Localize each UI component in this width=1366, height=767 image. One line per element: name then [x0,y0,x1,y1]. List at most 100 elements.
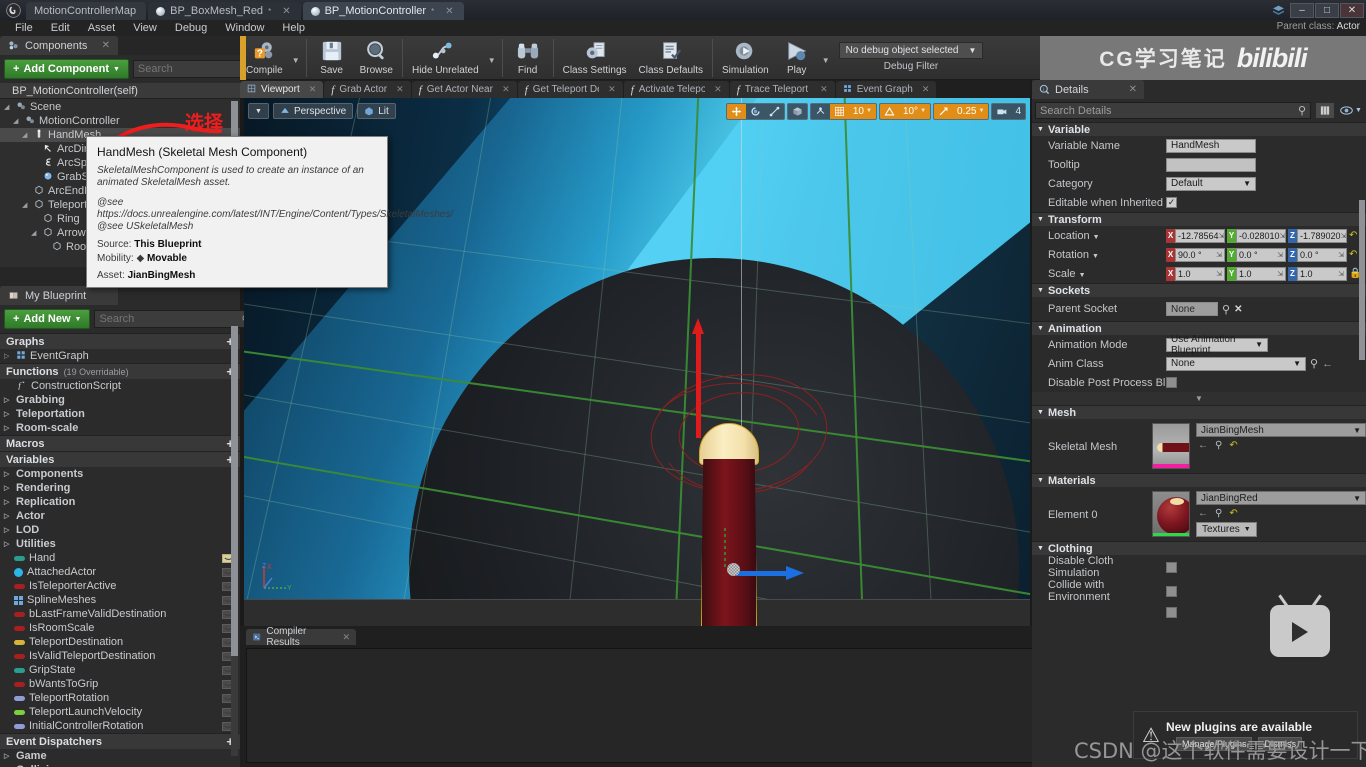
close-icon[interactable]: ✕ [502,84,510,95]
my-blueprint-variable-category[interactable]: ▷ Replication [0,495,240,509]
my-blueprint-variable-category[interactable]: ▷ Actor [0,509,240,523]
my-blueprint-variable-row[interactable]: IsValidTeleportDestination [0,649,240,663]
skeletal-mesh-thumbnail[interactable] [1151,423,1190,469]
my-blueprint-variable-category[interactable]: ▷ Rendering [0,481,240,495]
my-blueprint-scrollbar[interactable] [231,326,238,756]
surface-snap-button[interactable] [811,104,830,119]
gizmo-pivot-handle[interactable] [727,563,740,576]
my-blueprint-variable-row[interactable]: TeleportDestination [0,635,240,649]
close-icon[interactable]: ✕ [1129,84,1137,95]
my-blueprint-dispatcher-row[interactable]: ▷ Game [0,749,240,763]
scale-mode-button[interactable] [765,104,784,119]
my-blueprint-variable-row[interactable]: TeleportLaunchVelocity [0,705,240,719]
details-scrollbar[interactable] [1359,200,1365,360]
chevron-down-icon[interactable]: ▼ [1092,253,1099,260]
editable-checkbox[interactable]: ✓ [1166,197,1177,208]
expander-icon[interactable]: ▷ [4,410,12,418]
reset-icon[interactable]: ↶ [1229,440,1237,451]
material-select[interactable]: JianBingRed ▼ [1196,491,1366,505]
scale-x-input[interactable]: 1.0 ⇲ [1175,266,1225,281]
gizmo-z-axis-arrow[interactable] [692,318,704,438]
location-y-input[interactable]: -0.028010 ⇲ [1236,228,1286,243]
browse-anim-class-icon[interactable]: ⚲ [1310,357,1318,370]
location-x-input[interactable]: -12.78564 ⇲ [1175,228,1225,243]
document-tab[interactable]: f Get Actor Near Hand ✕ [411,81,517,98]
section-mesh[interactable]: ▼ Mesh [1032,405,1366,419]
my-blueprint-graph-row[interactable]: ▷ EventGraph [0,349,240,363]
maximize-button[interactable]: □ [1315,2,1339,18]
my-blueprint-variable-row[interactable]: InitialControllerRotation [0,719,240,733]
view-mode-button[interactable]: Lit [357,103,396,119]
my-blueprint-variable-row[interactable]: SplineMeshes [0,593,240,607]
close-icon[interactable]: ✕ [396,84,404,95]
my-blueprint-variable-category[interactable]: ▷ LOD [0,523,240,537]
clear-socket-icon[interactable]: ✕ [1234,304,1242,315]
details-search-input[interactable]: Search Details ⚲ [1035,102,1311,119]
my-blueprint-section-header[interactable]: Graphs+ [0,333,240,349]
menu-item-file[interactable]: File [6,20,42,36]
menu-item-asset[interactable]: Asset [79,20,125,36]
class-settings-button[interactable]: Class Settings [557,36,633,80]
viewport-options-button[interactable]: ▼ [248,103,269,119]
debug-object-select[interactable]: No debug object selected ▼ [838,42,984,59]
chevron-down-icon[interactable]: ▼ [1093,234,1100,241]
my-blueprint-variable-category[interactable]: ▷ Components [0,467,240,481]
collide-environment-checkbox[interactable] [1166,585,1177,597]
section-clothing[interactable]: ▼ Clothing [1032,541,1366,555]
window-tab-level[interactable]: MotionControllerMap [26,2,147,20]
browse-button[interactable]: Browse [354,36,399,80]
my-blueprint-dispatcher-row[interactable]: ▷Collision [0,763,240,767]
rotation-x-input[interactable]: 90.0 ° ⇲ [1175,247,1225,262]
my-blueprint-variable-row[interactable]: bLastFrameValidDestination [0,607,240,621]
my-blueprint-variable-row[interactable]: IsTeleporterActive [0,579,240,593]
tab-compiler-results[interactable]: Compiler Results ✕ [246,626,356,648]
expander-icon[interactable]: ▷ [4,484,12,492]
menu-item-window[interactable]: Window [216,20,273,36]
close-icon[interactable]: ✕ [922,84,930,95]
scale-z-input[interactable]: 1.0 ⇲ [1297,266,1347,281]
my-blueprint-function-row[interactable]: f ConstructionScript [0,379,240,393]
blueprint-self-row[interactable]: BP_MotionController(self) [0,83,240,99]
camera-mode-button[interactable]: Perspective [272,103,354,119]
browse-asset-icon[interactable]: ⚲ [1215,440,1222,451]
add-component-button[interactable]: + Add Component ▼ [4,59,129,79]
close-icon[interactable]: ✕ [309,84,317,95]
section-transform[interactable]: ▼ Transform [1032,212,1366,226]
translate-mode-button[interactable] [726,103,746,119]
my-blueprint-variable-row[interactable]: bWantsToGrip [0,677,240,691]
expander-icon[interactable]: ▷ [4,470,12,478]
use-selected-icon[interactable]: ← [1198,508,1208,519]
hide-unrelated-button[interactable]: Hide Unrelated [406,36,485,80]
search-input[interactable] [99,313,242,325]
expander-icon[interactable]: ◢ [22,131,30,139]
anim-class-select[interactable]: None ▼ [1166,356,1306,371]
expander-icon[interactable]: ▷ [4,424,12,432]
section-variable[interactable]: ▼ Variable [1032,122,1366,136]
rotation-snap-value[interactable]: 10° ▼ [898,103,931,119]
document-tab[interactable]: f Get Teleport Destination ✕ [517,81,623,98]
gizmo-y-axis-arrow[interactable] [736,566,808,580]
menu-item-debug[interactable]: Debug [166,20,216,36]
section-sockets[interactable]: ▼ Sockets [1032,283,1366,297]
rotation-z-input[interactable]: 0.0 ° ⇲ [1297,247,1347,262]
expander-icon[interactable]: ▷ [4,352,12,360]
skeletal-mesh-select[interactable]: JianBingMesh ▼ [1196,423,1366,437]
rotation-y-input[interactable]: 0.0 ° ⇲ [1236,247,1286,262]
chevron-down-icon[interactable]: ▼ [1079,272,1086,279]
textures-button[interactable]: Textures ▼ [1196,522,1257,537]
location-z-input[interactable]: -1.789020 ⇲ [1297,228,1347,243]
compile-button[interactable]: ? Compile [240,36,289,80]
disable-cloth-checkbox[interactable] [1166,561,1177,573]
browse-asset-icon[interactable]: ⚲ [1215,508,1222,519]
tooltip-input[interactable] [1166,157,1256,172]
clothing-extra-checkbox[interactable] [1166,607,1177,618]
expander-icon[interactable]: ◢ [13,117,21,125]
grid-snap-toggle[interactable] [829,103,849,119]
variable-name-input[interactable]: HandMesh [1166,138,1256,153]
use-selected-icon[interactable]: ← [1322,358,1333,370]
expander-icon[interactable]: ▷ [4,752,12,760]
expander-icon[interactable]: ▷ [4,526,12,534]
my-blueprint-section-header[interactable]: Variables+ [0,451,240,467]
document-tab[interactable]: f Trace Teleport Destination ✕ [729,81,835,98]
reset-icon[interactable]: ↶ [1229,508,1237,519]
